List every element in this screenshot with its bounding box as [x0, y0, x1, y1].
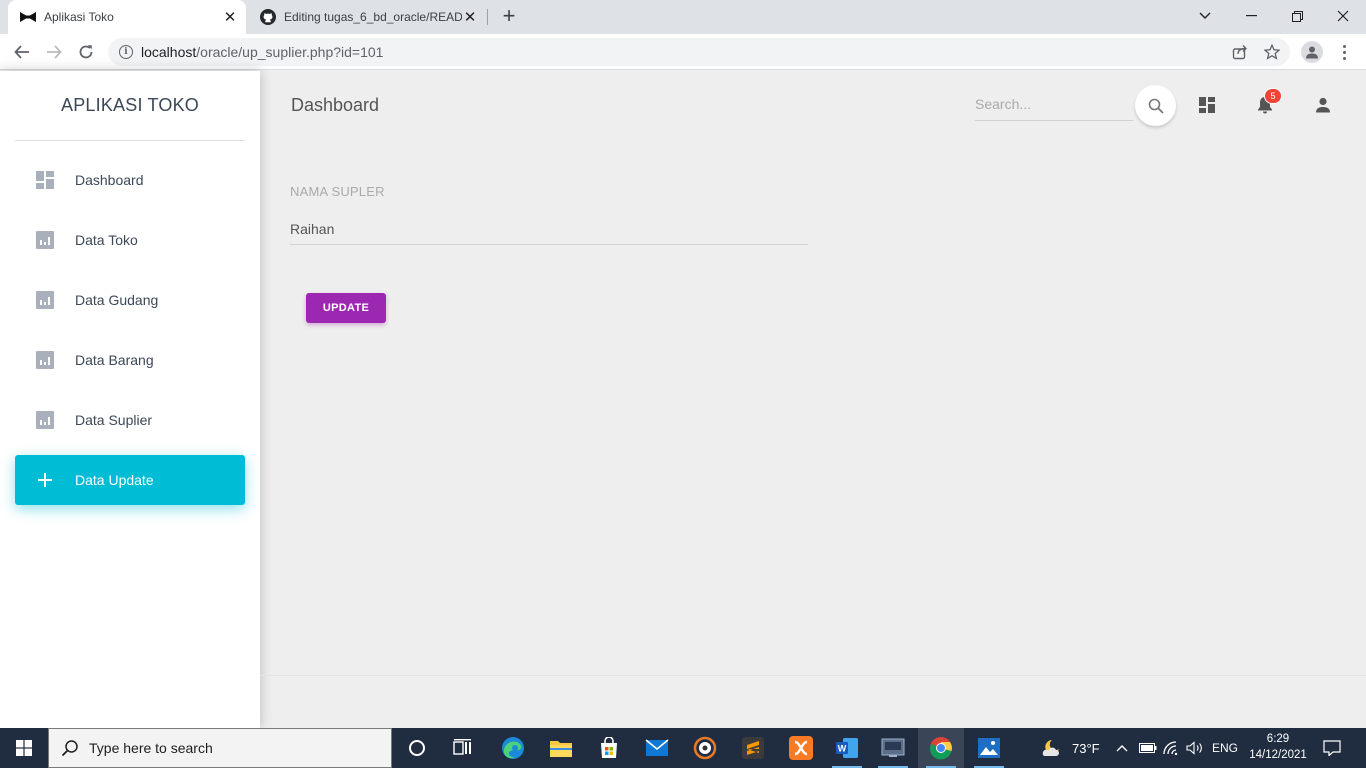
tab-title: Editing tugas_6_bd_oracle/README	[284, 10, 462, 24]
groove-music-icon[interactable]	[682, 728, 728, 768]
github-icon	[260, 9, 276, 25]
footer-divider	[260, 675, 1366, 676]
new-tab-icon[interactable]: +	[498, 5, 520, 27]
sidebar-item-data-toko[interactable]: Data Toko	[15, 215, 245, 265]
address-bar[interactable]: i localhost/oracle/up_suplier.php?id=101	[108, 38, 1290, 66]
plus-icon	[30, 468, 60, 492]
sidebar-nav: Dashboard Data Toko Data Gudang Data Bar…	[15, 155, 245, 515]
bar-chart-icon	[30, 228, 60, 252]
cortana-icon[interactable]	[394, 728, 440, 768]
task-view-icon[interactable]	[440, 728, 486, 768]
close-tab-icon[interactable]: ✕	[462, 9, 478, 26]
page-content: APLIKASI TOKO Dashboard Data Toko Data G…	[0, 71, 1366, 728]
clock-time: 6:29	[1266, 733, 1290, 745]
close-window-icon[interactable]	[1320, 0, 1366, 32]
system-clock[interactable]: 6:29 14/12/2021	[1240, 731, 1316, 763]
wifi-icon[interactable]	[1163, 728, 1179, 768]
browser-toolbar: i localhost/oracle/up_suplier.php?id=101	[0, 34, 1366, 70]
restore-icon[interactable]	[1274, 0, 1320, 32]
clock-date: 14/12/2021	[1249, 749, 1307, 761]
nama-suplier-input[interactable]	[290, 214, 808, 245]
search-input[interactable]	[975, 91, 1133, 117]
profile-avatar-icon[interactable]	[1301, 41, 1323, 63]
taskbar-search-box[interactable]: Type here to search	[48, 728, 392, 768]
bowtie-favicon-icon	[20, 9, 36, 25]
search-field-wrapper	[975, 91, 1133, 121]
close-tab-icon[interactable]: ✕	[222, 9, 238, 26]
chrome-icon[interactable]	[918, 728, 964, 768]
weather-widget[interactable]: 73°F	[1040, 728, 1100, 768]
microsoft-word-icon[interactable]: W	[824, 728, 870, 768]
update-button[interactable]: UPDATE	[306, 293, 386, 323]
search-icon	[1148, 98, 1164, 114]
sidebar-item-label: Data Suplier	[75, 412, 153, 428]
sidebar-item-label: Data Barang	[75, 352, 154, 368]
browser-menu-icon[interactable]	[1336, 42, 1352, 62]
sidebar-item-label: Dashboard	[75, 172, 144, 188]
forward-arrow-icon[interactable]	[42, 40, 66, 64]
bar-chart-icon	[30, 408, 60, 432]
windows-start-icon[interactable]	[0, 728, 48, 768]
sidebar-item-data-barang[interactable]: Data Barang	[15, 335, 245, 385]
back-arrow-icon[interactable]	[10, 40, 34, 64]
tab-separator	[487, 9, 488, 25]
tab-github-editing[interactable]: Editing tugas_6_bd_oracle/README ✕	[250, 0, 486, 34]
sidebar-item-label: Data Update	[75, 472, 154, 488]
dashboard-grid-icon[interactable]	[1195, 93, 1219, 117]
minimize-icon[interactable]	[1228, 0, 1274, 32]
xampp-icon[interactable]	[778, 728, 824, 768]
sidebar-item-data-update[interactable]: Data Update	[15, 455, 245, 505]
sidebar-item-label: Data Toko	[75, 232, 138, 248]
mail-icon[interactable]	[634, 728, 680, 768]
sidebar-item-dashboard[interactable]: Dashboard	[15, 155, 245, 205]
brand-logo-text[interactable]: APLIKASI TOKO	[15, 71, 245, 141]
sidebar: APLIKASI TOKO Dashboard Data Toko Data G…	[0, 71, 260, 728]
tab-search-chevron-icon[interactable]	[1182, 0, 1228, 32]
sidebar-item-data-gudang[interactable]: Data Gudang	[15, 275, 245, 325]
photos-icon[interactable]	[966, 728, 1012, 768]
input-language-indicator[interactable]: ENG	[1212, 728, 1238, 768]
sidebar-item-label: Data Gudang	[75, 292, 159, 308]
bar-chart-icon	[30, 348, 60, 372]
search-icon	[61, 739, 79, 757]
weather-moon-cloud-icon	[1042, 740, 1059, 756]
bookmark-star-icon[interactable]	[1262, 42, 1282, 62]
weather-temperature: 73°F	[1072, 740, 1100, 756]
browser-tab-bar: Aplikasi Toko ✕ Editing tugas_6_bd_oracl…	[0, 0, 1366, 34]
windows-taskbar: Type here to search W 73°F ENG 6:29 14/1…	[0, 728, 1366, 768]
battery-icon[interactable]	[1139, 728, 1157, 768]
nama-suplier-label: NAMA SUPLER	[290, 184, 385, 199]
volume-icon[interactable]	[1186, 728, 1204, 768]
tab-title: Aplikasi Toko	[44, 10, 114, 24]
taskbar-search-placeholder: Type here to search	[89, 740, 213, 756]
microsoft-store-icon[interactable]	[586, 728, 632, 768]
search-button[interactable]	[1135, 85, 1176, 126]
notification-count-badge: 5	[1264, 88, 1282, 104]
url-text[interactable]: localhost/oracle/up_suplier.php?id=101	[141, 44, 383, 60]
sublime-text-icon[interactable]	[730, 728, 776, 768]
sql-developer-icon[interactable]	[870, 728, 916, 768]
bar-chart-icon	[30, 288, 60, 312]
edge-browser-icon[interactable]	[490, 728, 536, 768]
show-hidden-icons-chevron-icon[interactable]	[1116, 728, 1128, 768]
dashboard-icon	[30, 168, 60, 192]
file-explorer-icon[interactable]	[538, 728, 584, 768]
tab-aplikasi-toko[interactable]: Aplikasi Toko ✕	[8, 0, 246, 34]
user-profile-icon[interactable]	[1311, 93, 1335, 117]
notifications-action-center-icon[interactable]	[1323, 728, 1341, 768]
svg-text:W: W	[838, 744, 847, 754]
share-icon[interactable]	[1230, 42, 1250, 62]
reload-icon[interactable]	[74, 40, 98, 64]
sidebar-item-data-suplier[interactable]: Data Suplier	[15, 395, 245, 445]
site-info-icon[interactable]: i	[119, 45, 133, 59]
page-title[interactable]: Dashboard	[291, 95, 379, 116]
